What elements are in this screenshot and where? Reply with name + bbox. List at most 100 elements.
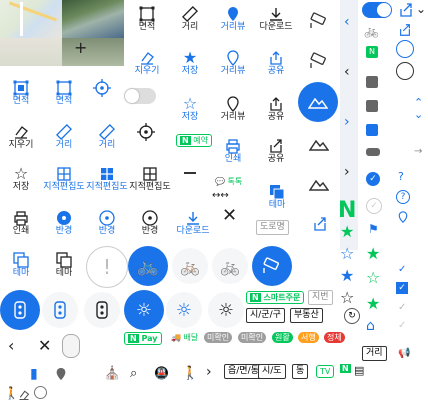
city-province-button[interactable]: 시/도: [258, 364, 286, 379]
sun-button-active[interactable]: ☼: [124, 290, 164, 330]
smart-order-badge[interactable]: N 스마트주문: [246, 291, 305, 304]
radius-tool-blue[interactable]: 반경: [51, 210, 77, 236]
save-outline-tool[interactable]: ☆ 저장: [177, 96, 203, 123]
cctv-button[interactable]: [302, 4, 336, 38]
share-tool[interactable]: 공유: [262, 50, 290, 76]
cadastral-tool-blue[interactable]: 지적편집도: [43, 166, 85, 192]
resize-arrows-icon[interactable]: ↔↔: [212, 190, 229, 201]
star-outline-dark-right-icon[interactable]: ☆: [340, 288, 354, 307]
save-tool[interactable]: ★ 저장: [177, 50, 203, 77]
traffic-light-button[interactable]: [42, 292, 78, 328]
toggle-switch-on[interactable]: [362, 2, 392, 18]
cadastral-tool-dark[interactable]: 지적편집도: [129, 166, 171, 192]
bike-button-dark[interactable]: 🚲: [212, 248, 248, 284]
star-green-outline-icon[interactable]: ☆: [366, 268, 380, 287]
plus-icon[interactable]: +: [74, 40, 87, 56]
minus-icon[interactable]: [184, 172, 196, 174]
area-tool-blue[interactable]: 면적: [8, 80, 34, 106]
arrow-right-icon[interactable]: →: [414, 146, 422, 157]
chevron-right-icon[interactable]: ›: [344, 114, 350, 130]
chevron-down-icon-2[interactable]: ⌄: [414, 108, 423, 121]
bike-button[interactable]: 🚲: [172, 248, 208, 284]
car-icon[interactable]: [366, 148, 380, 156]
print-tool-dark[interactable]: 인쇄: [8, 210, 34, 236]
road-name-button[interactable]: 도로명: [256, 220, 289, 235]
pin-blue-outline-icon[interactable]: [397, 208, 409, 227]
distance-view-tool-2[interactable]: 거리뷰: [218, 50, 248, 76]
cadastral-tool-blue-2[interactable]: 지적편집도: [86, 166, 128, 192]
bus-small-blue-icon[interactable]: [366, 124, 378, 136]
reserve-badge[interactable]: N 예약: [176, 134, 212, 147]
question-circle-icon[interactable]: ?: [398, 170, 404, 183]
share-blue-icon[interactable]: [312, 216, 328, 236]
document-icon[interactable]: ▤: [354, 364, 364, 377]
close-icon-2[interactable]: ✕: [38, 336, 51, 355]
distance-tool[interactable]: 거리: [177, 6, 203, 32]
check-circle-gray-icon[interactable]: ✓: [366, 198, 382, 214]
city-district-button[interactable]: 시/군/구: [246, 308, 285, 323]
download-tool[interactable]: 다운로드: [258, 6, 294, 32]
pay-badge[interactable]: N Pay: [124, 332, 162, 345]
cctv-button-2[interactable]: [302, 44, 336, 78]
map-thumbnail-satellite[interactable]: [62, 0, 124, 38]
walk-icon-2[interactable]: 🚶: [4, 386, 19, 400]
n-calendar-icon[interactable]: N: [366, 46, 378, 58]
cctv-button-active[interactable]: [252, 246, 292, 286]
lot-number-button[interactable]: 지번: [308, 290, 333, 305]
bike-button-active[interactable]: 🚲: [128, 246, 168, 286]
crosshair-icon-dark[interactable]: [136, 122, 156, 146]
bus-small-icon-2[interactable]: [366, 100, 378, 112]
check-icon-gray[interactable]: ✓: [398, 302, 406, 313]
crosshair-icon-blue[interactable]: [92, 78, 112, 102]
traffic-light-button-active[interactable]: [0, 290, 40, 330]
mountain-button-active[interactable]: [298, 82, 338, 122]
distance-tool-blue-2[interactable]: 거리: [94, 124, 120, 150]
distance-view-tool[interactable]: 거리뷰: [218, 6, 248, 32]
theme-tool-blue[interactable]: 테마: [264, 184, 290, 210]
distance-view-tool-3[interactable]: 거리뷰: [218, 96, 248, 122]
check-icon[interactable]: ✓: [398, 264, 406, 275]
theme-tool-dark[interactable]: 테마: [51, 252, 77, 278]
toggle-switch-off[interactable]: [124, 88, 156, 104]
place-icon[interactable]: ⛪: [104, 366, 120, 381]
zoom-out-tool[interactable]: 지우기: [134, 50, 160, 76]
check-circle-blue-icon[interactable]: ✓: [366, 172, 380, 186]
distance-box[interactable]: 거리: [362, 346, 387, 361]
share-tool-2[interactable]: 공유: [262, 96, 290, 122]
search-icon[interactable]: ⌕: [130, 366, 137, 381]
distance-tool-blue[interactable]: 거리: [51, 124, 77, 150]
zoom-out-tool-2[interactable]: 지우기: [8, 124, 34, 150]
check-icon-gray-2[interactable]: ✓: [398, 320, 406, 331]
radius-tool-blue-2[interactable]: 반경: [94, 210, 120, 236]
dong-button[interactable]: 동: [292, 364, 309, 379]
close-icon[interactable]: ✕: [222, 205, 237, 226]
talk-badge[interactable]: 💬 톡톡: [212, 176, 245, 187]
eraser-icon-2[interactable]: [18, 386, 30, 405]
chevron-left-icon[interactable]: ‹: [344, 14, 350, 30]
share-small-blue-icon[interactable]: [398, 2, 414, 22]
bus-icon[interactable]: 🚇: [154, 366, 169, 380]
chevron-down-icon[interactable]: ⌄: [416, 2, 426, 16]
chevron-left-icon-3[interactable]: ‹: [8, 336, 14, 355]
refresh-icon[interactable]: ↻: [344, 308, 360, 324]
map-thumbnail-hybrid[interactable]: [62, 38, 124, 66]
radius-tool-dark[interactable]: 반경: [137, 210, 163, 236]
checkbox-checked[interactable]: ✓: [396, 282, 408, 294]
delivery-badge[interactable]: 🚚 배달: [168, 332, 201, 343]
real-estate-button[interactable]: 부동산: [290, 308, 323, 323]
bus-small-icon[interactable]: [366, 76, 378, 88]
mountain-button[interactable]: [302, 130, 336, 158]
walk-icon[interactable]: 🚶: [182, 366, 198, 381]
clock-icon[interactable]: [34, 386, 47, 399]
bicycle-small-icon[interactable]: 🚲: [364, 24, 379, 38]
area-tool-blue-2[interactable]: 면적: [51, 80, 77, 106]
save-tool-dark[interactable]: ☆ 저장: [8, 166, 34, 193]
slider-handle-icon[interactable]: [62, 334, 80, 358]
megaphone-icon[interactable]: 📢: [398, 348, 410, 359]
home-icon[interactable]: ⌂: [366, 318, 375, 334]
download-tool-blue[interactable]: 다운로드: [174, 210, 212, 236]
theme-tool-blue-2[interactable]: 테마: [8, 252, 34, 278]
map-thumbnail-terrain[interactable]: [0, 38, 62, 66]
mountain-button-3[interactable]: [302, 170, 336, 198]
map-thumbnail-road[interactable]: [0, 0, 62, 38]
